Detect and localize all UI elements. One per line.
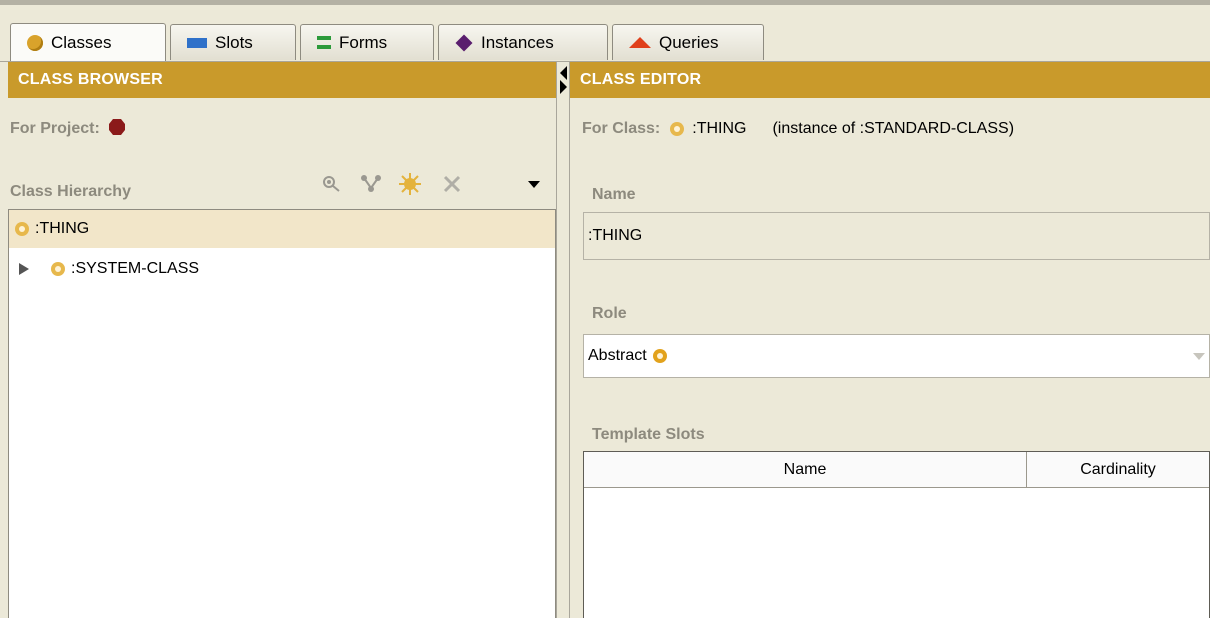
tree-item-thing[interactable]: :THING: [9, 210, 555, 248]
class-icon: [51, 262, 65, 276]
view-references-icon[interactable]: [359, 172, 383, 196]
panel-splitter[interactable]: [556, 62, 570, 618]
tab-label: Forms: [339, 32, 388, 52]
instance-of-text: (instance of :STANDARD-CLASS): [772, 120, 1015, 137]
for-project-text: For Project:: [10, 120, 100, 137]
for-class-label: For Class:: [582, 120, 661, 137]
template-slots-table[interactable]: Name Cardinality: [583, 451, 1210, 618]
class-browser-header: CLASS BROWSER: [8, 62, 556, 98]
create-class-icon[interactable]: [398, 172, 422, 196]
tree-item-system-class[interactable]: :SYSTEM-CLASS: [9, 250, 555, 288]
tab-label: Instances: [481, 32, 554, 52]
abstract-class-icon: [652, 349, 667, 363]
tab-queries[interactable]: Queries: [612, 24, 764, 60]
expand-arrow-icon[interactable]: [19, 263, 29, 275]
project-icon: [109, 119, 126, 135]
tab-label: Queries: [659, 32, 719, 52]
name-label: Name: [592, 186, 636, 203]
slots-icon: [187, 37, 207, 48]
for-class-row: For Class: :THING (instance of :STANDARD…: [582, 120, 1014, 138]
tree-item-label: :SYSTEM-CLASS: [71, 260, 200, 277]
tab-instances[interactable]: Instances: [438, 24, 608, 60]
role-value: Abstract: [588, 347, 647, 364]
tab-label: Slots: [215, 32, 253, 52]
chevron-down-icon[interactable]: [1193, 353, 1205, 361]
menu-dropdown-icon[interactable]: [522, 172, 546, 196]
tab-classes[interactable]: Classes: [10, 23, 166, 61]
class-hierarchy-tree[interactable]: :THING :SYSTEM-CLASS: [8, 209, 556, 618]
class-editor-header: CLASS EDITOR: [570, 62, 1210, 98]
queries-icon: [629, 37, 651, 48]
for-project-label: For Project:: [10, 118, 126, 138]
tree-item-label: :THING: [35, 220, 90, 237]
tab-label: Classes: [51, 32, 112, 52]
delete-class-icon[interactable]: [440, 172, 464, 196]
tab-slots[interactable]: Slots: [170, 24, 296, 60]
template-slots-label: Template Slots: [592, 426, 705, 443]
role-label: Role: [592, 305, 627, 322]
collapse-right-icon[interactable]: [560, 80, 567, 94]
role-select[interactable]: Abstract: [583, 334, 1210, 378]
forms-icon: [317, 36, 331, 49]
class-icon: [670, 122, 685, 136]
find-class-icon[interactable]: [320, 172, 344, 196]
tab-bar: Classes Slots Forms Instances Queries: [0, 5, 1210, 62]
collapse-left-icon[interactable]: [560, 66, 567, 80]
class-icon: [15, 222, 29, 236]
column-header-name[interactable]: Name: [584, 452, 1027, 488]
tab-forms[interactable]: Forms: [300, 24, 434, 60]
classes-icon: [27, 34, 43, 51]
class-hierarchy-label: Class Hierarchy: [10, 183, 131, 200]
name-field[interactable]: :THING: [583, 212, 1210, 260]
column-header-cardinality[interactable]: Cardinality: [1027, 452, 1209, 488]
instances-icon: [455, 34, 473, 51]
name-value: :THING: [588, 227, 643, 244]
class-name-text: :THING: [692, 120, 747, 137]
